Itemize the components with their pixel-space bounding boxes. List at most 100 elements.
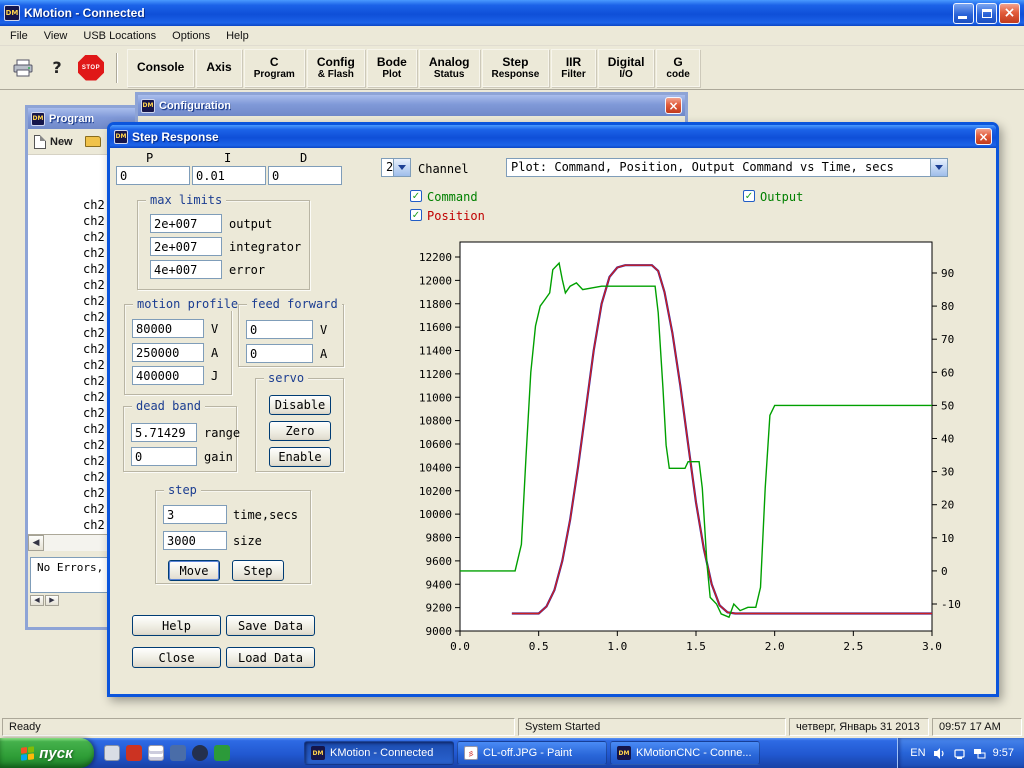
command-checkbox[interactable]: ✓ (410, 190, 422, 202)
task-kmotioncnc[interactable]: DM KMotionCNC - Conne... (610, 741, 760, 765)
max-output-input[interactable] (150, 214, 222, 233)
menu-view[interactable]: View (36, 28, 76, 44)
dead-band-gain-input[interactable] (131, 447, 197, 466)
print-button[interactable] (8, 52, 38, 84)
plot-type-select[interactable]: Plot: Command, Position, Output Command … (506, 158, 948, 177)
max-output-label: output (229, 217, 272, 231)
close-button[interactable]: × (999, 3, 1020, 24)
quick-launch-icon[interactable] (170, 745, 186, 761)
close-dialog-button[interactable]: Close (132, 647, 221, 668)
feed-forward-title: feed forward (247, 297, 342, 311)
zero-button[interactable]: Zero (269, 421, 331, 441)
restore-button[interactable] (976, 3, 997, 24)
quick-launch-icon[interactable] (192, 745, 208, 761)
move-button[interactable]: Move (168, 560, 220, 581)
svg-text:10600: 10600 (419, 438, 452, 451)
position-checkbox[interactable]: ✓ (410, 209, 422, 221)
quick-launch (94, 745, 240, 761)
disable-button[interactable]: Disable (269, 395, 331, 415)
channel-select[interactable]: 2 (381, 158, 411, 177)
svg-text:11800: 11800 (419, 298, 452, 311)
toolbar-bode-plot-button[interactable]: BodePlot (367, 49, 417, 87)
help-button[interactable]: Help (132, 615, 221, 636)
position-checkbox-label: Position (427, 209, 485, 223)
acceleration-input[interactable] (132, 343, 204, 362)
about-button[interactable]: ? (42, 52, 72, 84)
output-scrollbar[interactable]: ◀ ▶ (30, 595, 90, 606)
minimize-button[interactable] (953, 3, 974, 24)
output-checkbox[interactable]: ✓ (743, 190, 755, 202)
stop-button[interactable]: STOP (76, 52, 106, 84)
toolbar-config-flash-button[interactable]: Config& Flash (307, 49, 365, 87)
menu-file[interactable]: File (2, 28, 36, 44)
step-button[interactable]: Step (232, 560, 284, 581)
clock[interactable]: 9:57 (993, 747, 1014, 759)
network-icon[interactable] (973, 747, 986, 760)
save-data-button[interactable]: Save Data (226, 615, 315, 636)
step-time-input[interactable] (163, 505, 227, 524)
servo-title: servo (264, 371, 308, 385)
scroll-left-arrow-icon[interactable]: ◀ (30, 595, 44, 606)
step-time-label: time,secs (233, 508, 298, 522)
i-label: I (224, 151, 231, 165)
step-size-input[interactable] (163, 531, 227, 550)
max-integrator-input[interactable] (150, 237, 222, 256)
toolbar-g-code-button[interactable]: Gcode (656, 49, 699, 87)
step-response-title: Step Response (132, 130, 219, 144)
menu-options[interactable]: Options (164, 28, 218, 44)
max-limits-title: max limits (146, 193, 226, 207)
start-button[interactable]: пуск (0, 738, 94, 768)
dead-band-group: dead band range gain (123, 406, 237, 472)
new-file-icon (34, 135, 46, 149)
enable-button[interactable]: Enable (269, 447, 331, 467)
ff-velocity-label: V (320, 323, 327, 337)
quick-launch-icon[interactable] (104, 745, 120, 761)
open-file-icon[interactable] (85, 136, 101, 147)
scroll-right-arrow-icon[interactable]: ▶ (45, 595, 59, 606)
velocity-input[interactable] (132, 319, 204, 338)
quick-launch-icon[interactable] (126, 745, 142, 761)
status-ready: Ready (2, 718, 515, 736)
app-icon: DM (4, 5, 20, 21)
windows-flag-icon (21, 746, 34, 760)
svg-text:2.0: 2.0 (765, 640, 785, 653)
new-file-button[interactable]: New (50, 136, 73, 148)
quick-launch-icon[interactable] (148, 745, 164, 761)
toolbar-console-button[interactable]: Console (127, 49, 194, 87)
d-input[interactable] (268, 166, 342, 185)
motion-profile-title: motion profile (133, 297, 242, 311)
task-kmotion[interactable]: DM KMotion - Connected (304, 741, 454, 765)
volume-icon[interactable] (933, 747, 946, 760)
i-input[interactable] (192, 166, 266, 185)
quick-launch-icon[interactable] (214, 745, 230, 761)
stop-icon: STOP (78, 55, 104, 81)
usb-device-icon[interactable] (953, 747, 966, 760)
chevron-down-icon[interactable] (930, 159, 947, 176)
printer-icon (12, 59, 34, 77)
toolbar-axis-button[interactable]: Axis (196, 49, 241, 87)
scroll-left-arrow-icon[interactable]: ◀ (28, 535, 44, 551)
p-input[interactable] (116, 166, 190, 185)
max-error-input[interactable] (150, 260, 222, 279)
max-limits-group: max limits output integrator error (137, 200, 310, 290)
step-response-close-button[interactable]: × (975, 128, 992, 145)
svg-text:0.5: 0.5 (529, 640, 549, 653)
configuration-close-button[interactable]: × (665, 97, 682, 114)
toolbar-analog-status-button[interactable]: AnalogStatus (419, 49, 480, 87)
toolbar-digital-io-button[interactable]: DigitalI/O (598, 49, 655, 87)
chevron-down-icon[interactable] (393, 159, 410, 176)
toolbar-iir-filter-button[interactable]: IIRFilter (551, 49, 595, 87)
jerk-input[interactable] (132, 366, 204, 385)
menu-usb-locations[interactable]: USB Locations (75, 28, 164, 44)
kmotion-main-window: DM KMotion - Connected × File View USB L… (0, 0, 1024, 738)
svg-text:11600: 11600 (419, 321, 452, 334)
dead-band-range-input[interactable] (131, 423, 197, 442)
ff-velocity-input[interactable] (246, 320, 313, 339)
language-indicator[interactable]: EN (910, 747, 925, 759)
menu-help[interactable]: Help (218, 28, 257, 44)
ff-acceleration-input[interactable] (246, 344, 313, 363)
load-data-button[interactable]: Load Data (226, 647, 315, 668)
toolbar-c-program-button[interactable]: CProgram (244, 49, 305, 87)
task-paint[interactable]: 彡 CL-off.JPG - Paint (457, 741, 607, 765)
toolbar-step-response-button[interactable]: StepResponse (482, 49, 550, 87)
